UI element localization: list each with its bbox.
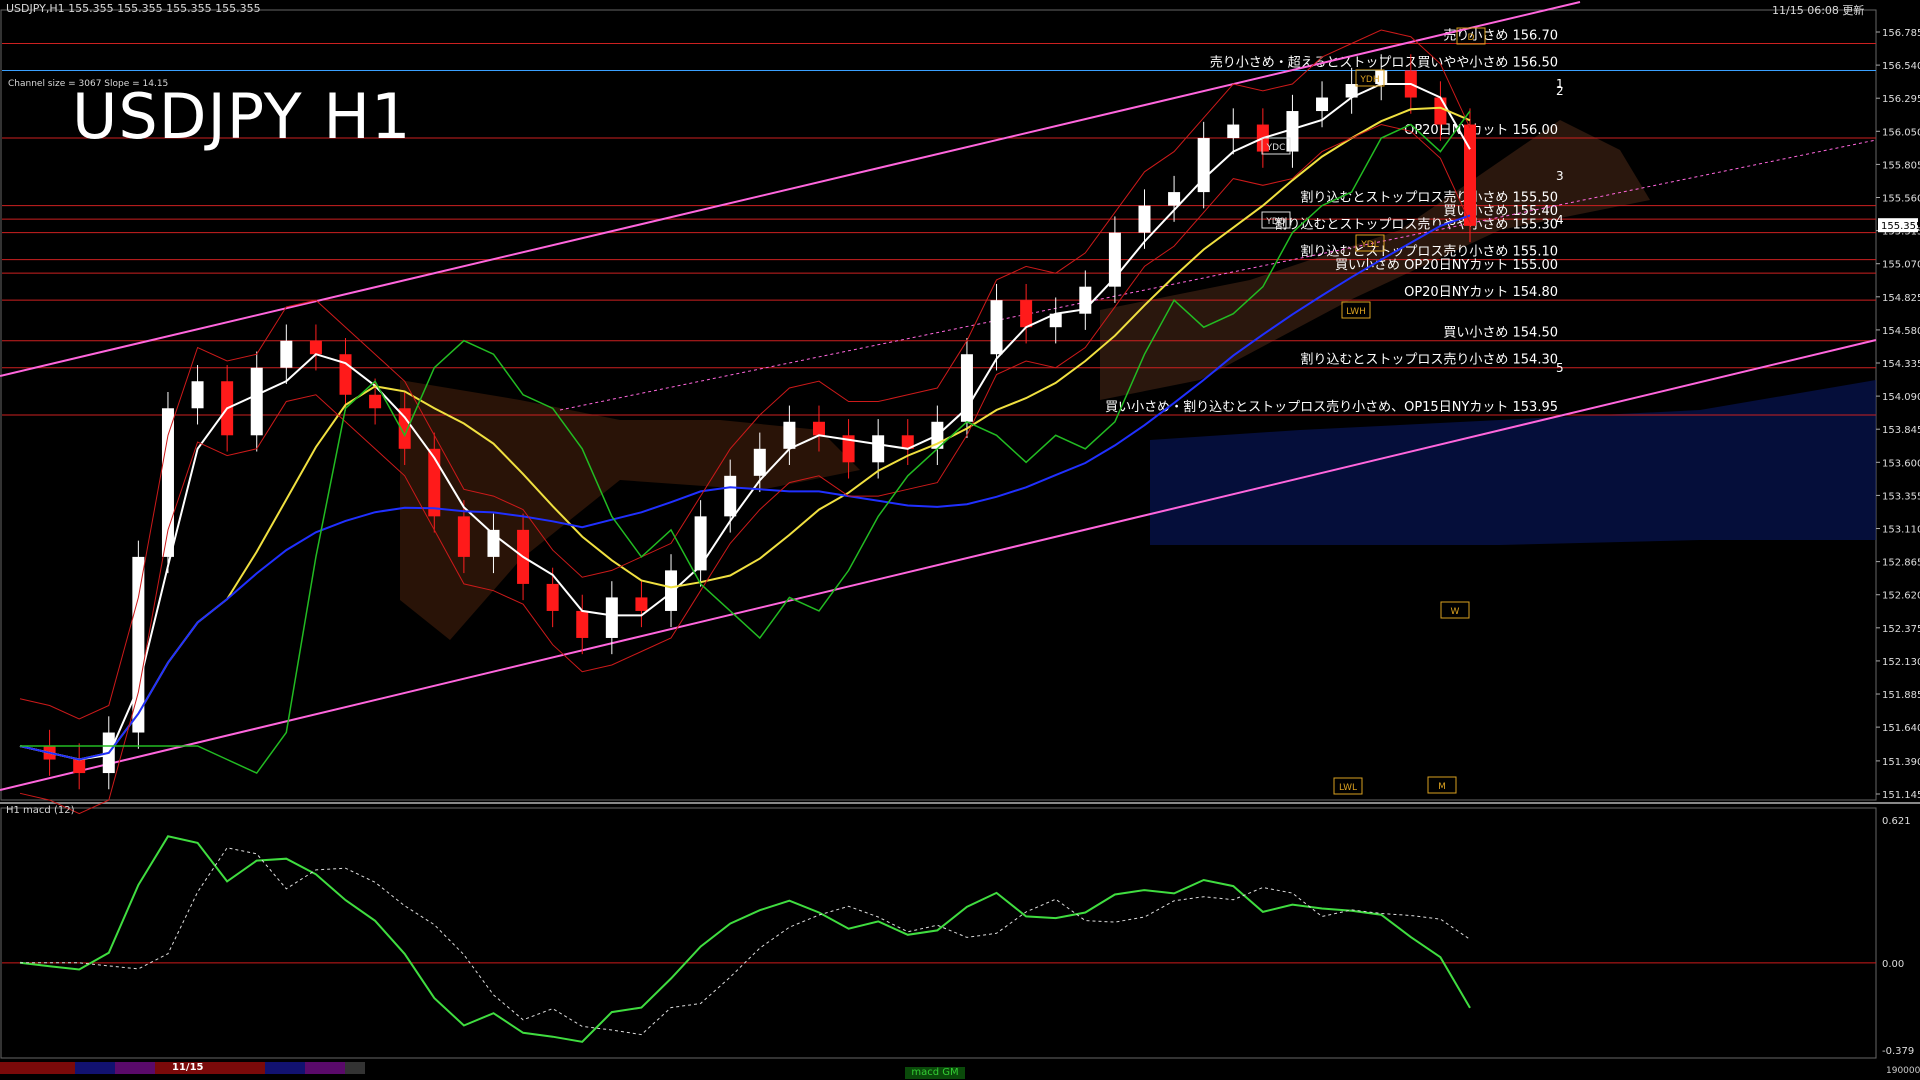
candle-body [280,340,293,368]
marker-label: YDH [1359,75,1379,85]
candle-body [872,435,885,463]
timestamp: 11/15 06:08 更新 [1772,4,1865,17]
scenario-number: 3 [1556,169,1564,183]
tick-label: 152.620 [1882,591,1920,602]
candle-body [191,381,204,409]
ma-fast [19,83,1471,761]
candle-body [783,421,796,449]
candle-body [1020,300,1033,328]
ichimoku-cloud [400,120,1876,640]
tick-label: 155.560 [1882,194,1920,205]
scenario-number: 5 [1556,361,1564,375]
tick-label: 153.110 [1882,525,1920,536]
tick-label: 153.845 [1882,425,1920,436]
level-label: 割り込むとストップロス売り小さめ 154.30 [1300,352,1558,368]
tick-label: 155.070 [1882,260,1920,271]
tick-label: 156.295 [1882,94,1920,105]
candle-body [1168,192,1181,206]
price-chart: 売り小さめ 156.70売り小さめ・超えるとストップロス買いやや小さめ 156.… [0,1,1920,1059]
candle-body [1138,205,1151,233]
indicator-tab[interactable]: macd GM [905,1067,965,1079]
scenario-number: 4 [1556,213,1564,227]
macd-signal [20,847,1471,1036]
level-label: 買い小さめ 154.50 [1443,326,1558,341]
candle-body [309,340,322,355]
marker-label: LWH [1346,307,1366,317]
macd-panel-frame [0,807,1877,1059]
candle-body [369,394,382,409]
chart-title: USDJPY H1 [72,80,412,153]
marker-label: M [1438,782,1446,792]
marker-label: YDC [1266,143,1286,153]
marker-label: YDO [1265,217,1286,227]
tick-label: 154.580 [1882,326,1920,337]
tick-label: 156.785 [1882,28,1920,39]
candle-body [1227,124,1240,139]
current-price-label: 155.355 [1881,221,1920,232]
macd-tick: -0.379 [1882,1046,1914,1057]
timeline-bar: 11/15 macd GM 190000 [0,1062,1920,1080]
tick-label: 153.355 [1882,491,1920,502]
tick-label: 153.600 [1882,458,1920,469]
tick-label: 156.540 [1882,61,1920,72]
scenario-number: 2 [1556,84,1564,98]
level-label: 割り込むとストップロス売りやや小さめ 155.30 [1274,217,1558,233]
candle-body [576,610,589,638]
candle-body [1434,97,1447,125]
candle-body [635,597,648,611]
candle-body [457,516,470,557]
tick-label: 152.130 [1882,657,1920,668]
tick-label: 151.885 [1882,690,1920,701]
tick-label: 151.145 [1882,790,1920,801]
candle-body [812,421,825,436]
marker-label: W [1451,607,1460,617]
macd-tick: 0.621 [1882,816,1911,827]
candle-body [665,570,678,611]
candle-body [694,516,707,571]
candle-body [1316,97,1329,112]
tick-label: 154.825 [1882,293,1920,304]
price-axis: 156.785 156.540 156.295 156.050 155.805 155.5… [1876,28,1920,801]
symbol-info: USDJPY,H1 155.355 155.355 155.355 155.35… [6,2,261,15]
tick-label: 155.805 [1882,160,1920,171]
level-label: OP20日NYカット 154.80 [1404,285,1558,300]
tick-label: 151.390 [1882,757,1920,768]
level-label: 買い小さめ・割り込むとストップロス売り小さめ、OP15日NYカット 153.95 [1105,399,1558,415]
candle-body [546,583,559,611]
candle-body [724,475,737,517]
marker-label: D [1468,33,1475,43]
tick-label: 154.335 [1882,359,1920,370]
candle-body [73,759,86,774]
channel-upper [0,1,1581,377]
candles [43,54,1476,790]
candle-body [161,408,174,557]
tick-label: 152.865 [1882,558,1920,569]
candle-body [753,448,766,476]
level-label: 買い小さめ OP20日NYカット 155.00 [1335,258,1558,273]
candle-body [339,354,352,395]
candle-body [250,367,263,436]
tick-label: 156.050 [1882,127,1920,138]
level-label: OP20日NYカット 156.00 [1404,123,1558,138]
date-label: 11/15 [172,1062,204,1073]
macd-label: H1 macd (12) [6,805,75,816]
level-label: 売り小さめ・超えるとストップロス買いやや小さめ 156.50 [1210,55,1558,71]
marker-label: LWL [1339,783,1357,793]
tick-label: 154.090 [1882,392,1920,403]
candle-body [1464,124,1476,226]
marker-label: YDL [1360,240,1378,250]
candle-body [990,300,1003,355]
macd-line [19,835,1471,1043]
channel-lower [0,339,1877,791]
candle-body [605,597,618,638]
macd-tick: 0.00 [1882,959,1904,970]
tick-label: 152.375 [1882,624,1920,635]
tick-label: 151.640 [1882,723,1920,734]
